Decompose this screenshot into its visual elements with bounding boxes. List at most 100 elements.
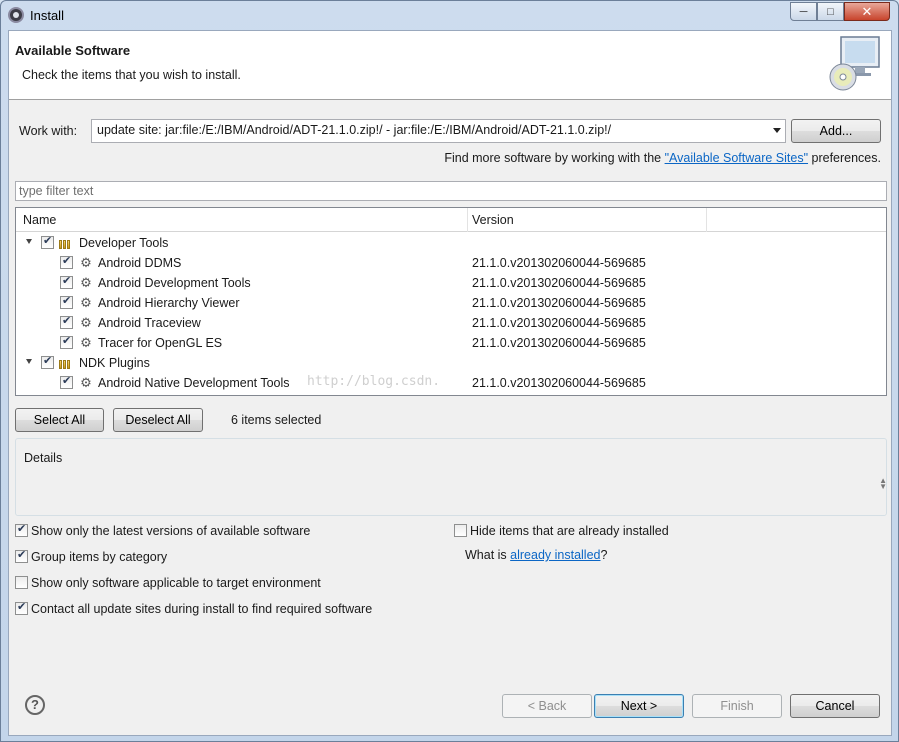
category-name: NDK Plugins	[79, 356, 150, 370]
feature-version: 21.1.0.v201302060044-569685	[472, 256, 646, 270]
plugin-icon: ⚙	[80, 315, 92, 330]
option-hide-installed[interactable]: Hide items that are already installed	[454, 522, 669, 538]
details-area	[17, 459, 885, 515]
plugin-icon: ⚙	[80, 275, 92, 290]
select-all-button[interactable]: Select All	[15, 408, 104, 432]
latest-versions-label: Show only the latest versions of availab…	[31, 524, 311, 538]
details-label: Details	[24, 451, 63, 465]
page-title: Available Software	[15, 43, 131, 58]
wizard-banner: Available Software Check the items that …	[9, 31, 891, 100]
available-software-sites-link[interactable]: "Available Software Sites"	[665, 151, 808, 165]
scroll-arrows-icon[interactable]: ▲ ▼	[879, 477, 887, 491]
plugin-icon: ⚙	[80, 255, 92, 270]
maximize-button[interactable]: □	[817, 2, 844, 21]
feature-checkbox[interactable]	[60, 254, 73, 269]
table-row[interactable]: Developer Tools	[16, 233, 886, 253]
option-target-environment[interactable]: Show only software applicable to target …	[15, 574, 321, 590]
feature-checkbox[interactable]	[60, 314, 73, 329]
already-installed-prefix: What is	[465, 548, 511, 562]
hide-installed-label: Hide items that are already installed	[470, 524, 669, 538]
latest-versions-checkbox[interactable]	[15, 522, 28, 537]
option-latest-versions[interactable]: Show only the latest versions of availab…	[15, 522, 310, 538]
column-header-version[interactable]: Version	[472, 213, 514, 227]
feature-name: Tracer for OpenGL ES	[98, 336, 223, 350]
chevron-down-icon[interactable]	[773, 128, 781, 133]
feature-version: 21.1.0.v201302060044-569685	[472, 296, 646, 310]
feature-version: 21.1.0.v201302060044-569685	[472, 316, 646, 330]
deselect-all-button[interactable]: Deselect All	[113, 408, 203, 432]
table-row[interactable]: ⚙ Android Hierarchy Viewer 21.1.0.v20130…	[16, 293, 886, 313]
hide-installed-checkbox[interactable]	[454, 524, 467, 537]
close-button[interactable]: ✕	[844, 2, 890, 21]
add-site-button[interactable]: Add...	[791, 119, 881, 143]
table-row[interactable]: ⚙ Android Development Tools 21.1.0.v2013…	[16, 273, 886, 293]
plugin-icon: ⚙	[80, 335, 92, 350]
software-tree-table[interactable]: Name Version Developer Tools ⚙ Android D…	[15, 207, 887, 396]
contact-sites-checkbox[interactable]	[15, 600, 28, 615]
feature-checkbox[interactable]	[60, 274, 73, 289]
install-monitor-icon	[829, 36, 880, 91]
feature-checkbox[interactable]	[60, 294, 73, 309]
details-group: Details	[15, 438, 887, 516]
help-icon[interactable]: ?	[25, 695, 45, 715]
feature-version: 21.1.0.v201302060044-569685	[472, 376, 646, 390]
column-divider[interactable]	[706, 208, 707, 232]
table-row[interactable]: NDK Plugins	[16, 353, 886, 373]
plugin-icon: ⚙	[80, 375, 92, 390]
table-row[interactable]: ⚙ Android Native Development Tools 21.1.…	[16, 373, 886, 393]
column-header-name[interactable]: Name	[23, 213, 56, 227]
expand-arrow-icon[interactable]	[26, 359, 32, 364]
plugin-icon: ⚙	[80, 295, 92, 310]
contact-sites-label: Contact all update sites during install …	[31, 602, 373, 616]
feature-version: 21.1.0.v201302060044-569685	[472, 276, 646, 290]
dialog-body: Available Software Check the items that …	[8, 30, 892, 736]
category-checkbox[interactable]	[41, 354, 54, 369]
option-contact-sites[interactable]: Contact all update sites during install …	[15, 600, 372, 616]
table-row[interactable]: ⚙ Tracer for OpenGL ES 21.1.0.v201302060…	[16, 333, 886, 353]
work-with-value: update site: jar:file:/E:/IBM/Android/AD…	[97, 123, 612, 137]
selection-count: 6 items selected	[231, 413, 322, 427]
back-button[interactable]: < Back	[502, 694, 592, 718]
feature-name: Android Hierarchy Viewer	[98, 296, 240, 310]
feature-name: Android DDMS	[98, 256, 182, 270]
filter-input[interactable]: type filter text	[15, 181, 887, 201]
page-description: Check the items that you wish to install…	[22, 68, 241, 82]
target-environment-label: Show only software applicable to target …	[31, 576, 321, 590]
eclipse-icon	[8, 7, 24, 23]
option-group-by-category[interactable]: Group items by category	[15, 548, 167, 564]
already-installed-suffix: ?	[600, 548, 608, 562]
feature-checkbox[interactable]	[60, 374, 73, 389]
find-more-prefix: Find more software by working with the	[444, 151, 665, 165]
table-row[interactable]: ⚙ Android Traceview 21.1.0.v201302060044…	[16, 313, 886, 333]
expand-arrow-icon[interactable]	[26, 239, 32, 244]
feature-checkbox[interactable]	[60, 334, 73, 349]
next-button[interactable]: Next >	[594, 694, 684, 718]
table-row[interactable]: ⚙ Android DDMS 21.1.0.v201302060044-5696…	[16, 253, 886, 273]
already-installed-link[interactable]: already installed	[510, 548, 600, 562]
category-icon	[59, 238, 75, 249]
category-checkbox[interactable]	[41, 234, 54, 249]
category-icon	[59, 358, 75, 369]
work-with-label: Work with:	[19, 124, 78, 138]
minimize-button[interactable]: ─	[790, 2, 817, 21]
find-more-suffix: preferences.	[808, 151, 882, 165]
cancel-button[interactable]: Cancel	[790, 694, 880, 718]
already-installed-text: What is already installed?	[465, 548, 607, 562]
feature-name: Android Development Tools	[98, 276, 251, 290]
feature-name: Android Traceview	[98, 316, 201, 330]
window-controls: ─ □ ✕	[790, 2, 890, 21]
target-environment-checkbox[interactable]	[15, 576, 28, 589]
column-divider[interactable]	[467, 208, 468, 232]
category-name: Developer Tools	[79, 236, 169, 250]
group-by-category-checkbox[interactable]	[15, 548, 28, 563]
watermark-text: http://blog.csdn.	[307, 374, 441, 389]
feature-name: Android Native Development Tools	[98, 376, 290, 390]
feature-version: 21.1.0.v201302060044-569685	[472, 336, 646, 350]
work-with-combo[interactable]: update site: jar:file:/E:/IBM/Android/AD…	[91, 119, 786, 143]
finish-button[interactable]: Finish	[692, 694, 782, 718]
find-more-text: Find more software by working with the "…	[444, 151, 881, 165]
group-by-category-label: Group items by category	[31, 550, 168, 564]
window-title: Install	[30, 8, 64, 23]
title-bar[interactable]: Install ─ □ ✕	[1, 1, 898, 30]
table-header: Name Version	[16, 208, 886, 232]
